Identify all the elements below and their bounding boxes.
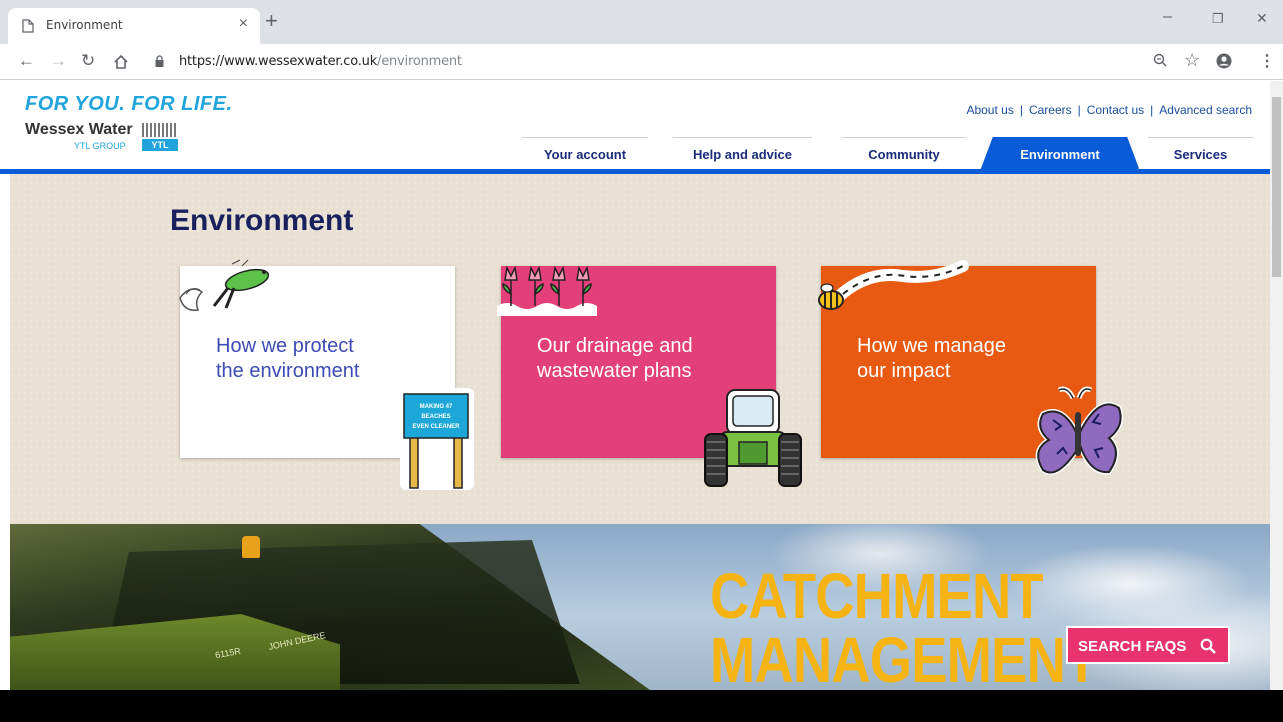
page-scrollbar[interactable] (1270, 81, 1283, 690)
tab-services[interactable]: Services (1138, 137, 1263, 171)
site-slogan: FOR YOU. FOR LIFE. (25, 93, 233, 115)
reload-icon[interactable]: ↻ (81, 51, 95, 71)
tab-label: Help and advice (693, 147, 792, 162)
browser-window: Environment × + – ❐ ✕ ← → ↻ https://www.… (0, 0, 1283, 690)
tab-help-and-advice[interactable]: Help and advice (660, 137, 825, 171)
tab-label: Environment (1020, 147, 1100, 162)
brand-subtitle: YTL GROUP (74, 141, 126, 151)
site-header: FOR YOU. FOR LIFE. Wessex Water YTL GROU… (0, 81, 1270, 174)
page-icon (22, 19, 34, 33)
home-icon[interactable] (113, 54, 129, 70)
card-line: Our drainage and (537, 335, 693, 357)
card-text: How we manage our impact (857, 334, 1006, 384)
search-faqs-button[interactable]: SEARCH FAQS (1066, 626, 1230, 664)
browser-tab[interactable]: Environment × (8, 8, 260, 44)
beacon-light (242, 536, 260, 558)
url-path: /environment (377, 54, 462, 69)
forward-icon[interactable]: → (50, 51, 67, 71)
lock-icon (155, 55, 164, 67)
banner-title-line2: MANAGEMENT (710, 624, 1098, 690)
card-line: the environment (216, 360, 360, 382)
card-line: How we protect (216, 335, 354, 357)
scrollbar-thumb[interactable] (1272, 97, 1281, 277)
link-separator: | (1019, 103, 1023, 117)
browser-toolbar: ← → ↻ https://www.wessexwater.co.uk/envi… (0, 44, 1283, 80)
beach-sign-icon: MAKING 47 BEACHES EVEN CLEANER (400, 388, 474, 490)
screen-bottom-bar (0, 690, 1283, 722)
tab-community[interactable]: Community (830, 137, 978, 171)
svg-text:MAKING 47: MAKING 47 (420, 404, 453, 410)
card-protect-environment[interactable]: How we protect the environment MAKING 47 … (179, 259, 474, 490)
tulips-icon (497, 265, 597, 316)
card-drainage-plans[interactable]: Our drainage and wastewater plans (497, 265, 802, 487)
bookmark-star-icon[interactable]: ☆ (1184, 50, 1200, 71)
minimize-button[interactable]: – (1163, 8, 1172, 26)
advanced-search-link[interactable]: Advanced search (1159, 103, 1252, 117)
contact-us-link[interactable]: Contact us (1087, 103, 1144, 117)
back-icon[interactable]: ← (18, 51, 35, 71)
faq-button-label: SEARCH FAQS (1078, 638, 1187, 655)
zoom-icon[interactable] (1153, 53, 1167, 67)
card-manage-impact[interactable]: How we manage our impact (818, 260, 1124, 475)
butterfly-icon (1035, 386, 1124, 475)
card-text: Our drainage and wastewater plans (537, 334, 693, 384)
tab-environment[interactable]: Environment (980, 137, 1140, 171)
address-bar[interactable]: https://www.wessexwater.co.uk/environmen… (145, 48, 1195, 76)
catchment-banner[interactable]: 6115R JOHN DEERE CATCHMENT MANAGEMENT SEA… (10, 524, 1270, 690)
card-line: wastewater plans (537, 360, 692, 382)
tab-your-account[interactable]: Your account (510, 137, 660, 171)
card-line: our impact (857, 360, 951, 382)
tractor-icon (704, 389, 802, 487)
menu-icon[interactable]: ⋮ (1259, 51, 1275, 71)
top-links: About us | Careers | Contact us | Advanced sea… (966, 103, 1252, 117)
new-tab-button[interactable]: + (265, 10, 278, 32)
restore-button[interactable]: ❐ (1212, 11, 1224, 27)
card-line: How we manage (857, 335, 1006, 357)
url-host: https://www.wessexwater.co.uk (179, 54, 378, 69)
banner-title: CATCHMENT MANAGEMENT (710, 560, 1098, 690)
tab-label: Services (1173, 147, 1228, 162)
banner-title-line1: CATCHMENT (710, 560, 1044, 632)
svg-text:EVEN CLEANER: EVEN CLEANER (412, 424, 460, 430)
tab-close-icon[interactable]: × (239, 15, 248, 33)
tab-label: Your account (543, 147, 627, 162)
svg-text:BEACHES: BEACHES (421, 414, 450, 420)
careers-link[interactable]: Careers (1029, 103, 1072, 117)
environment-section: Environment How we protect the environmen… (10, 174, 1270, 524)
close-button[interactable]: ✕ (1256, 10, 1268, 27)
frog-icon (179, 259, 270, 311)
site-logo[interactable]: Wessex Water (25, 121, 133, 139)
profile-icon[interactable] (1216, 53, 1232, 69)
page-title: Environment (170, 204, 354, 237)
link-separator: | (1150, 103, 1154, 117)
tab-strip: Environment × + – ❐ ✕ (0, 0, 1283, 44)
ytl-logo: YTL (142, 139, 178, 151)
url-text: https://www.wessexwater.co.uk/environmen… (179, 54, 462, 69)
tab-label: Community (868, 147, 940, 162)
link-separator: | (1077, 103, 1081, 117)
tab-title: Environment (46, 18, 123, 32)
ytl-bars-icon (142, 123, 178, 137)
card-text: How we protect the environment (216, 334, 359, 384)
page-viewport: FOR YOU. FOR LIFE. Wessex Water YTL GROU… (0, 81, 1270, 690)
bee-flight-icon (818, 260, 969, 310)
search-icon (1200, 638, 1216, 654)
about-us-link[interactable]: About us (966, 103, 1013, 117)
